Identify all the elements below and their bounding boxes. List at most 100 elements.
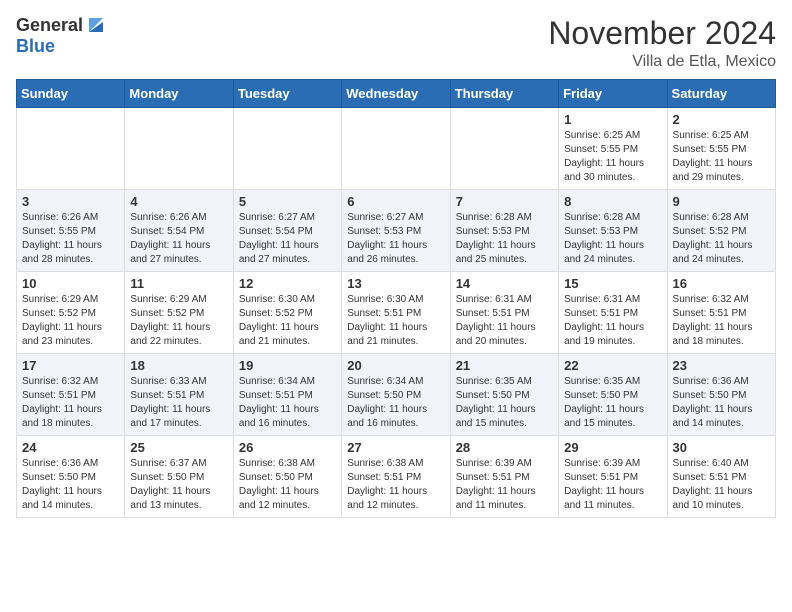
day-info: Sunrise: 6:32 AMSunset: 5:51 PMDaylight:…	[673, 293, 770, 349]
calendar: SundayMondayTuesdayWednesdayThursdayFrid…	[16, 79, 776, 518]
day-number: 21	[456, 358, 553, 373]
calendar-cell: 1Sunrise: 6:25 AMSunset: 5:55 PMDaylight…	[559, 108, 667, 190]
page: General Blue November 2024 Villa de Etla…	[0, 0, 792, 534]
day-number: 1	[564, 112, 661, 127]
day-info: Sunrise: 6:29 AMSunset: 5:52 PMDaylight:…	[22, 293, 119, 349]
calendar-cell: 21 Sunrise: 6:35 AMSunset: 5:50 PMDayligh…	[450, 354, 558, 436]
calendar-cell: 26 Sunrise: 6:38 AMSunset: 5:50 PMDayligh…	[233, 436, 341, 518]
day-info: Sunrise: 6:34 AMSunset: 5:50 PMDaylight:…	[347, 375, 444, 431]
day-info: Sunrise: 6:38 AMSunset: 5:51 PMDaylight:…	[347, 457, 444, 513]
day-number: 6	[347, 194, 444, 209]
calendar-cell: 5 Sunrise: 6:27 AMSunset: 5:54 PMDaylight…	[233, 190, 341, 272]
day-info: Sunrise: 6:36 AMSunset: 5:50 PMDaylight:…	[673, 375, 770, 431]
logo-general-text: General	[16, 16, 83, 36]
day-number: 23	[673, 358, 770, 373]
day-info: Sunrise: 6:37 AMSunset: 5:50 PMDaylight:…	[130, 457, 227, 513]
day-info: Sunrise: 6:28 AMSunset: 5:53 PMDaylight:…	[456, 211, 553, 267]
day-number: 30	[673, 440, 770, 455]
calendar-cell	[450, 108, 558, 190]
calendar-cell: 9 Sunrise: 6:28 AMSunset: 5:52 PMDaylight…	[667, 190, 775, 272]
calendar-week-5: 24 Sunrise: 6:36 AMSunset: 5:50 PMDayligh…	[17, 436, 776, 518]
calendar-cell	[342, 108, 450, 190]
calendar-cell: 12 Sunrise: 6:30 AMSunset: 5:52 PMDayligh…	[233, 272, 341, 354]
calendar-cell	[17, 108, 125, 190]
day-info: Sunrise: 6:38 AMSunset: 5:50 PMDaylight:…	[239, 457, 336, 513]
day-number: 10	[22, 276, 119, 291]
calendar-week-4: 17 Sunrise: 6:32 AMSunset: 5:51 PMDayligh…	[17, 354, 776, 436]
day-info: Sunrise: 6:35 AMSunset: 5:50 PMDaylight:…	[456, 375, 553, 431]
day-number: 5	[239, 194, 336, 209]
day-number: 3	[22, 194, 119, 209]
day-info: Sunrise: 6:30 AMSunset: 5:51 PMDaylight:…	[347, 293, 444, 349]
weekday-header-friday: Friday	[559, 80, 667, 108]
title-section: November 2024 Villa de Etla, Mexico	[548, 16, 776, 71]
logo-icon	[85, 14, 107, 36]
calendar-cell: 24 Sunrise: 6:36 AMSunset: 5:50 PMDayligh…	[17, 436, 125, 518]
weekday-header-tuesday: Tuesday	[233, 80, 341, 108]
day-number: 20	[347, 358, 444, 373]
logo-blue-text: Blue	[16, 36, 55, 57]
calendar-cell: 14Sunrise: 6:31 AMSunset: 5:51 PMDayligh…	[450, 272, 558, 354]
day-number: 2	[673, 112, 770, 127]
day-number: 8	[564, 194, 661, 209]
day-info: Sunrise: 6:28 AMSunset: 5:52 PMDaylight:…	[673, 211, 770, 267]
calendar-cell: 28Sunrise: 6:39 AMSunset: 5:51 PMDayligh…	[450, 436, 558, 518]
calendar-cell: 2 Sunrise: 6:25 AMSunset: 5:55 PMDaylight…	[667, 108, 775, 190]
calendar-week-3: 10 Sunrise: 6:29 AMSunset: 5:52 PMDayligh…	[17, 272, 776, 354]
day-info: Sunrise: 6:30 AMSunset: 5:52 PMDaylight:…	[239, 293, 336, 349]
weekday-header-monday: Monday	[125, 80, 233, 108]
day-number: 12	[239, 276, 336, 291]
day-number: 24	[22, 440, 119, 455]
weekday-header-thursday: Thursday	[450, 80, 558, 108]
day-number: 22	[564, 358, 661, 373]
day-number: 18	[130, 358, 227, 373]
day-number: 7	[456, 194, 553, 209]
calendar-cell: 4 Sunrise: 6:26 AMSunset: 5:54 PMDaylight…	[125, 190, 233, 272]
day-info: Sunrise: 6:31 AMSunset: 5:51 PMDaylight:…	[456, 293, 553, 349]
day-number: 25	[130, 440, 227, 455]
day-info: Sunrise: 6:29 AMSunset: 5:52 PMDaylight:…	[130, 293, 227, 349]
month-title: November 2024	[548, 16, 776, 51]
calendar-cell: 15Sunrise: 6:31 AMSunset: 5:51 PMDayligh…	[559, 272, 667, 354]
calendar-cell	[125, 108, 233, 190]
calendar-cell: 18 Sunrise: 6:33 AMSunset: 5:51 PMDayligh…	[125, 354, 233, 436]
day-number: 29	[564, 440, 661, 455]
weekday-header-wednesday: Wednesday	[342, 80, 450, 108]
calendar-cell	[233, 108, 341, 190]
calendar-cell: 27Sunrise: 6:38 AMSunset: 5:51 PMDayligh…	[342, 436, 450, 518]
calendar-cell: 22 Sunrise: 6:35 AMSunset: 5:50 PMDayligh…	[559, 354, 667, 436]
calendar-cell: 30 Sunrise: 6:40 AMSunset: 5:51 PMDayligh…	[667, 436, 775, 518]
calendar-cell: 8 Sunrise: 6:28 AMSunset: 5:53 PMDaylight…	[559, 190, 667, 272]
calendar-cell: 3 Sunrise: 6:26 AMSunset: 5:55 PMDaylight…	[17, 190, 125, 272]
day-info: Sunrise: 6:40 AMSunset: 5:51 PMDaylight:…	[673, 457, 770, 513]
calendar-cell: 7 Sunrise: 6:28 AMSunset: 5:53 PMDaylight…	[450, 190, 558, 272]
day-info: Sunrise: 6:35 AMSunset: 5:50 PMDaylight:…	[564, 375, 661, 431]
day-number: 17	[22, 358, 119, 373]
calendar-cell: 25 Sunrise: 6:37 AMSunset: 5:50 PMDayligh…	[125, 436, 233, 518]
day-number: 4	[130, 194, 227, 209]
day-info: Sunrise: 6:34 AMSunset: 5:51 PMDaylight:…	[239, 375, 336, 431]
weekday-header-saturday: Saturday	[667, 80, 775, 108]
calendar-week-1: 1 Sunrise: 6:25 AMSunset: 5:55 PMDaylight…	[17, 108, 776, 190]
day-number: 13	[347, 276, 444, 291]
day-info: Sunrise: 6:33 AMSunset: 5:51 PMDaylight:…	[130, 375, 227, 431]
location-title: Villa de Etla, Mexico	[548, 53, 776, 71]
calendar-cell: 17 Sunrise: 6:32 AMSunset: 5:51 PMDayligh…	[17, 354, 125, 436]
day-info: Sunrise: 6:39 AMSunset: 5:51 PMDaylight:…	[456, 457, 553, 513]
day-info: Sunrise: 6:25 AMSunset: 5:55 PMDaylight:…	[673, 129, 770, 185]
calendar-week-2: 3 Sunrise: 6:26 AMSunset: 5:55 PMDaylight…	[17, 190, 776, 272]
day-info: Sunrise: 6:27 AMSunset: 5:54 PMDaylight:…	[239, 211, 336, 267]
calendar-cell: 13 Sunrise: 6:30 AMSunset: 5:51 PMDayligh…	[342, 272, 450, 354]
day-info: Sunrise: 6:32 AMSunset: 5:51 PMDaylight:…	[22, 375, 119, 431]
day-number: 9	[673, 194, 770, 209]
day-number: 26	[239, 440, 336, 455]
day-info: Sunrise: 6:26 AMSunset: 5:54 PMDaylight:…	[130, 211, 227, 267]
calendar-cell: 20 Sunrise: 6:34 AMSunset: 5:50 PMDayligh…	[342, 354, 450, 436]
day-number: 11	[130, 276, 227, 291]
day-info: Sunrise: 6:26 AMSunset: 5:55 PMDaylight:…	[22, 211, 119, 267]
day-info: Sunrise: 6:28 AMSunset: 5:53 PMDaylight:…	[564, 211, 661, 267]
day-number: 16	[673, 276, 770, 291]
header: General Blue November 2024 Villa de Etla…	[16, 16, 776, 71]
day-info: Sunrise: 6:36 AMSunset: 5:50 PMDaylight:…	[22, 457, 119, 513]
calendar-cell: 16 Sunrise: 6:32 AMSunset: 5:51 PMDayligh…	[667, 272, 775, 354]
